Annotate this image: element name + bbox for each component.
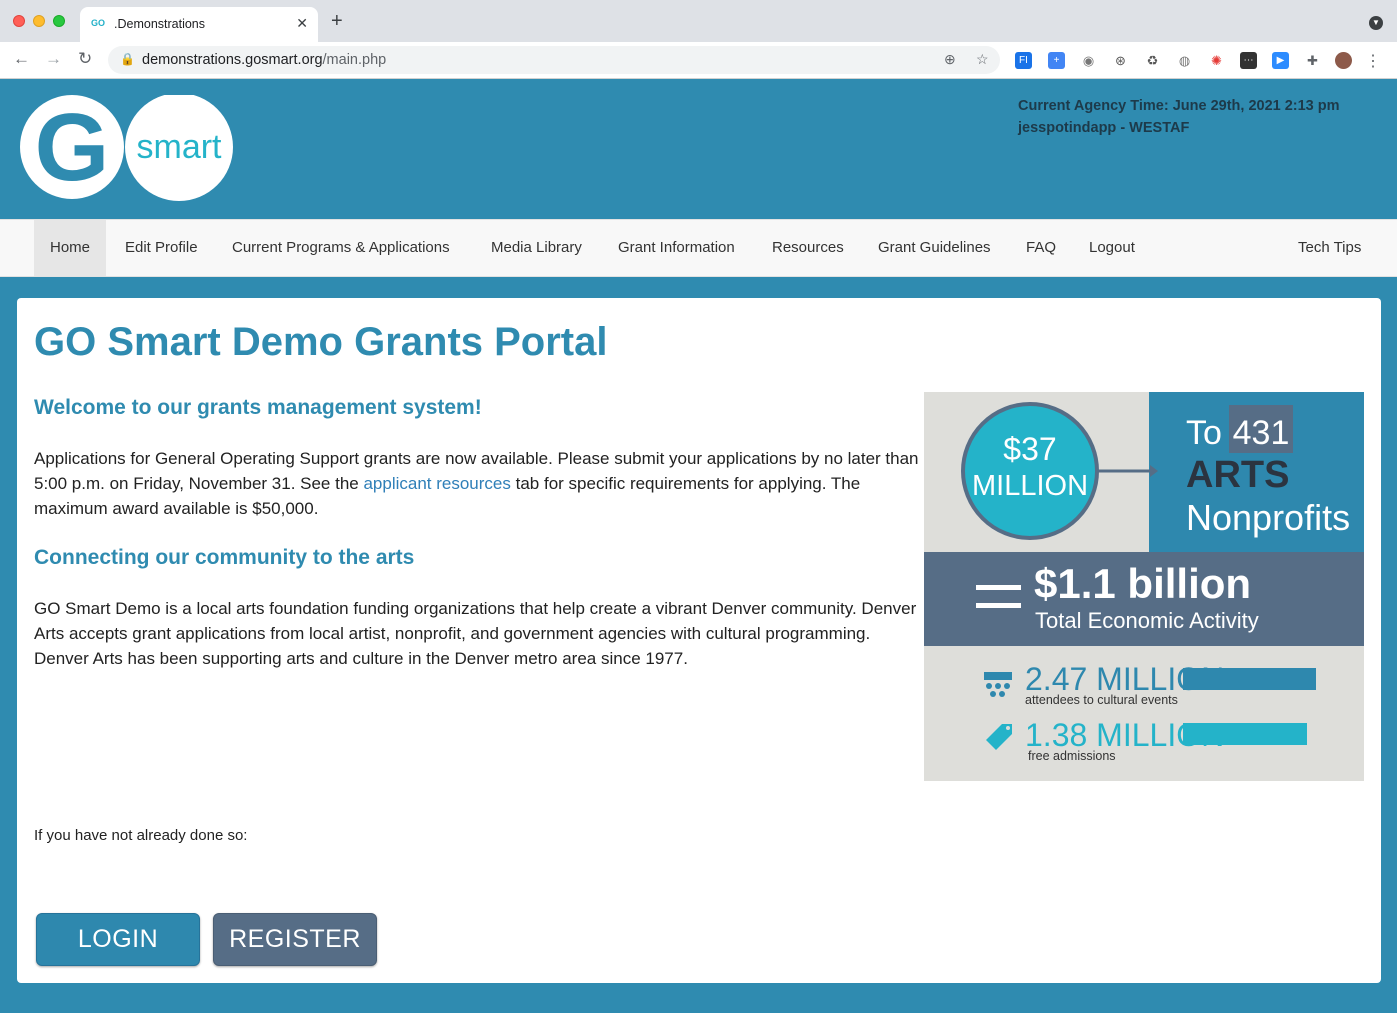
close-tab-icon[interactable]: ✕ — [296, 15, 308, 32]
svg-text:free admissions: free admissions — [1028, 749, 1116, 763]
svg-text:Total Economic Activity: Total Economic Activity — [1035, 608, 1259, 633]
community-paragraph: GO Smart Demo is a local arts foundation… — [34, 599, 917, 668]
login-button[interactable]: LOGIN — [36, 913, 200, 966]
browser-toolbar: ← → ↻ 🔒 demonstrations.gosmart.org/main.… — [0, 42, 1397, 79]
svg-text:431: 431 — [1233, 414, 1290, 452]
tab-favicon-icon: GO — [91, 18, 106, 28]
applicant-resources-link[interactable]: applicant resources — [363, 474, 510, 493]
browser-tab-bar: GO .Demonstrations ✕ + ▼ — [0, 0, 1397, 42]
profile-avatar[interactable] — [1335, 52, 1352, 69]
nav-grant-information[interactable]: Grant Information — [602, 220, 751, 276]
browser-tab[interactable]: GO .Demonstrations ✕ — [80, 7, 318, 42]
agency-time: Current Agency Time: June 29th, 2021 2:1… — [1018, 98, 1340, 114]
back-icon[interactable]: ← — [13, 49, 30, 69]
agency-info: Current Agency Time: June 29th, 2021 2:1… — [1018, 95, 1340, 139]
tab-search-icon[interactable]: ▼ — [1369, 16, 1383, 30]
close-window-button[interactable] — [13, 15, 25, 27]
svg-text:ARTS: ARTS — [1186, 454, 1289, 496]
svg-text:$1.1 billion: $1.1 billion — [1034, 560, 1251, 607]
svg-text:$37: $37 — [1003, 431, 1056, 467]
extension-camera-icon[interactable]: ◉ — [1080, 52, 1097, 69]
content-panel: GO Smart Demo Grants Portal Welcome to o… — [17, 298, 1381, 983]
welcome-paragraph: Applications for General Operating Suppo… — [34, 449, 919, 518]
extension-dots-icon[interactable]: ⋯ — [1240, 52, 1257, 69]
forward-icon[interactable]: → — [45, 49, 62, 69]
register-button[interactable]: REGISTER — [213, 913, 377, 966]
nav-faq[interactable]: FAQ — [1010, 220, 1072, 276]
address-bar[interactable]: 🔒 demonstrations.gosmart.org/main.php ⊕ … — [108, 46, 1000, 74]
welcome-heading: Welcome to our grants management system! — [34, 396, 482, 419]
economic-impact-infographic: $37 MILLION To 431 ARTS Nonprofits $1.1 … — [924, 392, 1364, 781]
page: G smart Current Agency Time: June 29th, … — [0, 79, 1397, 1013]
nav-tech-tips[interactable]: Tech Tips — [1282, 220, 1377, 276]
new-tab-icon[interactable]: + — [331, 11, 343, 31]
nav-edit-profile[interactable]: Edit Profile — [109, 220, 214, 276]
svg-text:attendees to cultural events: attendees to cultural events — [1025, 693, 1178, 707]
svg-text:Nonprofits: Nonprofits — [1186, 497, 1350, 538]
nav-logout[interactable]: Logout — [1073, 220, 1151, 276]
extension-fi-icon[interactable]: FI — [1015, 52, 1032, 69]
nav-home[interactable]: Home — [34, 220, 107, 276]
community-heading: Connecting our community to the arts — [34, 546, 415, 569]
minimize-window-button[interactable] — [33, 15, 45, 27]
extension-zoom-icon[interactable]: ▶ — [1272, 52, 1289, 69]
extensions-puzzle-icon[interactable]: ✚ — [1304, 52, 1321, 69]
svg-text:To: To — [1186, 414, 1222, 452]
browser-menu-icon[interactable]: ⋮ — [1365, 51, 1381, 71]
zoom-icon[interactable]: ⊕ — [944, 51, 956, 68]
nav-resources[interactable]: Resources — [756, 220, 860, 276]
extension-calendar-icon[interactable]: + — [1048, 52, 1065, 69]
extension-accessibility-icon[interactable]: ⊛ — [1112, 52, 1129, 69]
tab-title: .Demonstrations — [114, 17, 206, 31]
svg-text:smart: smart — [137, 128, 223, 166]
lock-icon: 🔒 — [120, 52, 135, 66]
url-text: demonstrations.gosmart.org/main.php — [142, 52, 387, 68]
nav-current-programs[interactable]: Current Programs & Applications — [216, 220, 466, 276]
reload-icon[interactable]: ↻ — [78, 49, 92, 69]
nav-media-library[interactable]: Media Library — [475, 220, 598, 276]
extension-globe-icon[interactable]: ◍ — [1176, 52, 1193, 69]
nav-grant-guidelines[interactable]: Grant Guidelines — [862, 220, 1007, 276]
svg-text:G: G — [35, 95, 110, 201]
extension-recycle-icon[interactable]: ♻ — [1144, 52, 1161, 69]
svg-text:MILLION: MILLION — [972, 470, 1088, 502]
main-nav: Home Edit Profile Current Programs & App… — [0, 219, 1397, 277]
agency-user: jesspotindapp - WESTAF — [1018, 120, 1190, 136]
extension-colorwheel-icon[interactable]: ✺ — [1208, 52, 1225, 69]
page-title: GO Smart Demo Grants Portal — [34, 320, 608, 364]
login-notice: If you have not already done so: — [34, 827, 248, 844]
gosmart-logo: G smart — [20, 95, 233, 201]
maximize-window-button[interactable] — [53, 15, 65, 27]
bookmark-star-icon[interactable]: ☆ — [976, 51, 989, 68]
